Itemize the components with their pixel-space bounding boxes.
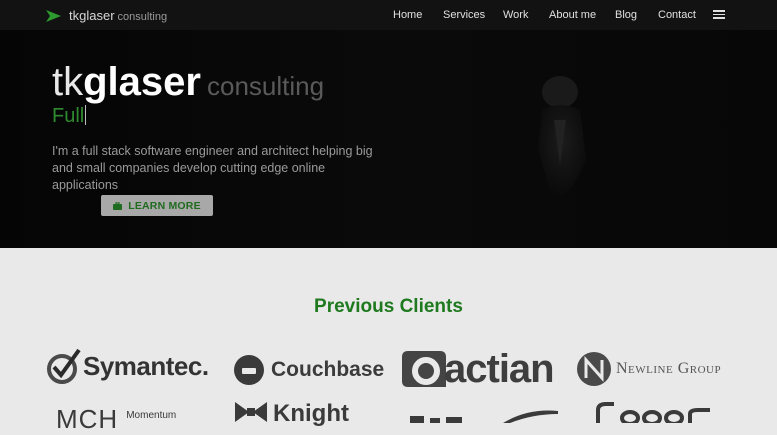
nav-about-link[interactable]: About me [549,9,596,21]
newline-n-icon [577,352,611,386]
hero-title: tkglaser consulting [52,60,324,105]
hamburger-menu-icon[interactable] [713,10,725,19]
client-name: MCH [56,404,119,434]
previous-clients-heading: Previous Clients [314,296,463,317]
brand-name: tkglaser consulting [69,8,167,23]
typed-text-value: Full [52,105,85,127]
chevron-right-icon [46,9,61,22]
client-name: Knight [273,400,349,427]
client-logo-actian: actian [400,345,555,393]
symantec-check-icon [47,348,81,384]
nav-services-link[interactable]: Services [443,9,485,21]
portrait-silhouette [538,76,586,196]
hero-title-sub: consulting [206,71,325,101]
actian-mark-icon [402,351,446,387]
briefcase-icon [113,201,123,210]
client-logo-couchbase: Couchbase [233,354,384,386]
hero-tagline: I'm a full stack software engineer and a… [52,144,373,192]
client-name: Newline Group [616,360,722,377]
typed-text: Full [52,105,87,128]
nav-contact-link[interactable]: Contact [658,9,696,21]
couchbase-icon [234,355,264,385]
client-logo-symantec: Symantec. [46,347,209,385]
top-navbar: tkglaser consulting Home Services Work Ab… [0,0,777,30]
nav-home-link[interactable]: Home [393,9,422,21]
client-logo-newline: Newline Group [576,351,721,387]
learn-more-label: LEARN MORE [128,199,201,212]
knight-bowtie-icon [235,402,267,422]
client-logo-mch: MCH Momentum [56,404,176,435]
hero-title-light: tk [52,60,84,104]
brand-main-text: tkglaser [69,8,115,23]
typing-cursor [85,105,87,125]
client-logo-partial-swoosh [410,410,558,423]
learn-more-button[interactable]: LEARN MORE [101,195,213,216]
nav-blog-link[interactable]: Blog [615,9,637,21]
client-logo-partial-script [596,402,710,423]
client-name: Symantec. [83,350,209,381]
client-logo-knight: Knight [233,400,349,428]
client-name: actian [444,346,555,391]
nav-work-link[interactable]: Work [503,9,528,21]
client-name: Couchbase [271,358,385,381]
brand-logo-link[interactable]: tkglaser consulting [45,7,167,24]
hero-title-bold: glaser [83,60,201,104]
brand-sub-text: consulting [117,11,168,23]
client-name-extra: Momentum [126,410,177,421]
hero-section: tkglaser consulting Full I'm a full stack… [0,30,777,248]
